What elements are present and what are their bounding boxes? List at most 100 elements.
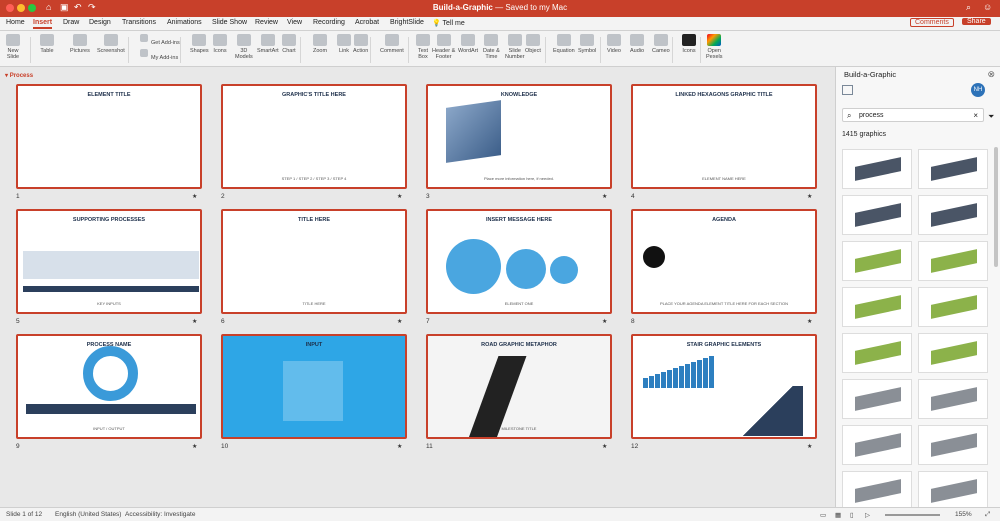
tab-home[interactable]: Home: [6, 19, 25, 26]
tab-transitions[interactable]: Transitions: [122, 19, 156, 26]
cameo-button[interactable]: Cameo: [652, 34, 670, 54]
graphic-thumbnail[interactable]: [842, 333, 912, 373]
datetime-button[interactable]: Date & Time: [483, 34, 500, 60]
graphic-thumbnail[interactable]: [918, 333, 988, 373]
object-button[interactable]: Object: [525, 34, 541, 54]
graphic-thumbnail[interactable]: [918, 379, 988, 419]
slide-thumbnail-2[interactable]: GRAPHIC'S TITLE HERE STEP 1 / STEP 2 / ST…: [221, 84, 407, 189]
audio-button[interactable]: Audio: [630, 34, 644, 54]
icons-button[interactable]: Icons: [213, 34, 227, 54]
equation-button[interactable]: Equation: [553, 34, 575, 54]
pane-scrollbar[interactable]: [994, 147, 998, 267]
link-button[interactable]: Link: [337, 34, 351, 54]
graphic-thumbnail[interactable]: [842, 241, 912, 281]
icons-addin-button[interactable]: Icons: [682, 34, 696, 54]
language-indicator[interactable]: English (United States): [55, 511, 121, 518]
filter-icon[interactable]: ⏷: [988, 112, 994, 122]
sorter-view-icon[interactable]: ▦: [835, 511, 841, 519]
symbol-button[interactable]: Symbol: [578, 34, 596, 54]
tab-view[interactable]: View: [287, 19, 302, 26]
slide-heading: LINKED HEXAGONS GRAPHIC TITLE: [675, 92, 773, 98]
object-icon: [525, 34, 540, 46]
comment-button[interactable]: Comment: [380, 34, 404, 54]
tab-slide-show[interactable]: Slide Show: [212, 19, 247, 26]
slideshow-view-icon[interactable]: ▷: [865, 511, 870, 519]
slide-heading: TITLE HERE: [297, 217, 331, 223]
new-slide-button[interactable]: New Slide: [6, 34, 20, 60]
section-header[interactable]: ▾ Process: [5, 72, 33, 79]
tab-brightslide[interactable]: BrightSlide: [390, 19, 424, 26]
accessibility-indicator[interactable]: Accessibility: Investigate: [125, 511, 195, 518]
slide-thumbnail-6[interactable]: TITLE HERE TITLE HERE: [221, 209, 407, 314]
smartart-button[interactable]: SmartArt: [257, 34, 279, 54]
shapes-button[interactable]: Shapes: [190, 34, 209, 54]
graphic-thumbnail[interactable]: [918, 471, 988, 511]
screenshot-button[interactable]: Screenshot: [97, 34, 125, 54]
tab-design[interactable]: Design: [89, 19, 111, 26]
header-footer-button[interactable]: Header & Footer: [432, 34, 455, 60]
slide-thumbnail-4[interactable]: LINKED HEXAGONS GRAPHIC TITLE ELEMENT NAM…: [631, 84, 817, 189]
avatar[interactable]: NH: [971, 83, 985, 97]
comments-button[interactable]: Comments: [910, 18, 954, 27]
graphic-thumbnail[interactable]: [842, 287, 912, 327]
grid-view-icon[interactable]: [842, 85, 853, 95]
my-addins-button[interactable]: My Add-ins: [140, 49, 178, 61]
tab-animations[interactable]: Animations: [167, 19, 202, 26]
graphic-thumbnail[interactable]: [842, 195, 912, 235]
graphic-thumbnail[interactable]: [918, 425, 988, 465]
star-icon: ★: [807, 319, 813, 325]
zoom-slider[interactable]: [885, 514, 940, 516]
slide-thumbnail-11[interactable]: ROAD GRAPHIC METAPHOR MILESTONE TITLE: [426, 334, 612, 439]
tab-draw[interactable]: Draw: [63, 19, 79, 26]
slide-thumbnail-5[interactable]: SUPPORTING PROCESSES KEY INPUTS: [16, 209, 202, 314]
slide-thumbnail-3[interactable]: KNOWLEDGE Place more information here, if…: [426, 84, 612, 189]
graphic-thumbnail[interactable]: [842, 379, 912, 419]
graphic-thumbnail[interactable]: [842, 149, 912, 189]
chart-button[interactable]: Chart: [282, 34, 296, 54]
textbox-button[interactable]: Text Box: [416, 34, 430, 60]
graphics-search-box[interactable]: ⌕ process ×: [842, 108, 984, 122]
slide-thumbnail-1[interactable]: ELEMENT TITLE: [16, 84, 202, 189]
search-icon[interactable]: ⌕: [966, 2, 971, 13]
fit-to-window-icon[interactable]: ⤢: [985, 511, 990, 519]
tab-insert[interactable]: Insert: [33, 19, 53, 29]
normal-view-icon[interactable]: ▭: [820, 511, 826, 519]
reading-view-icon[interactable]: ▯: [850, 511, 854, 519]
star-icon: ★: [602, 319, 608, 325]
action-button[interactable]: Action: [353, 34, 368, 54]
graphic-thumbnail[interactable]: [918, 195, 988, 235]
pexels-button[interactable]: Open Pexels: [706, 34, 723, 60]
slide-thumbnail-8[interactable]: AGENDA PLACE YOUR AGENDA ELEMENT TITLE HE…: [631, 209, 817, 314]
3d-button[interactable]: 3D Models: [235, 34, 253, 60]
graphic-thumbnail[interactable]: [842, 425, 912, 465]
slide-thumbnail-10[interactable]: INPUT: [221, 334, 407, 439]
ribbon-divider: [408, 37, 409, 63]
tab-review[interactable]: Review: [255, 19, 278, 26]
tab-recording[interactable]: Recording: [313, 19, 345, 26]
zoom-button[interactable]: Zoom: [313, 34, 327, 54]
graphic-thumbnail[interactable]: [918, 241, 988, 281]
slide-number-button[interactable]: Slide Number: [505, 34, 525, 60]
slide-thumbnail-7[interactable]: INSERT MESSAGE HERE ELEMENT ONE: [426, 209, 612, 314]
tab-acrobat[interactable]: Acrobat: [355, 19, 379, 26]
pane-close-icon[interactable]: ⊗: [987, 69, 995, 80]
zoom-icon: [313, 34, 328, 46]
pictures-button[interactable]: Pictures: [70, 34, 90, 54]
wordart-button[interactable]: WordArt: [458, 34, 478, 54]
slide-thumbnail-9[interactable]: PROCESS NAME INPUT / OUTPUT: [16, 334, 202, 439]
addins-button[interactable]: Get Add-ins: [140, 34, 180, 46]
video-button[interactable]: Video: [607, 34, 621, 54]
graphic-thumbnail[interactable]: [918, 287, 988, 327]
table-button[interactable]: Table: [40, 34, 54, 54]
graphic-thumbnail[interactable]: [918, 149, 988, 189]
ribbon-label: Date & Time: [483, 48, 500, 60]
tell-me-search[interactable]: 💡 Tell me: [432, 19, 465, 27]
share-profile-icon[interactable]: ☺: [983, 2, 992, 12]
search-input[interactable]: process: [859, 112, 884, 119]
graphic-thumbnail[interactable]: [842, 471, 912, 511]
ribbon-label: Video: [607, 48, 621, 54]
clear-search-icon[interactable]: ×: [973, 111, 978, 120]
slide-thumbnail-12[interactable]: STAIR GRAPHIC ELEMENTS: [631, 334, 817, 439]
share-button[interactable]: Share: [962, 18, 991, 25]
zoom-level[interactable]: 155%: [955, 511, 972, 518]
